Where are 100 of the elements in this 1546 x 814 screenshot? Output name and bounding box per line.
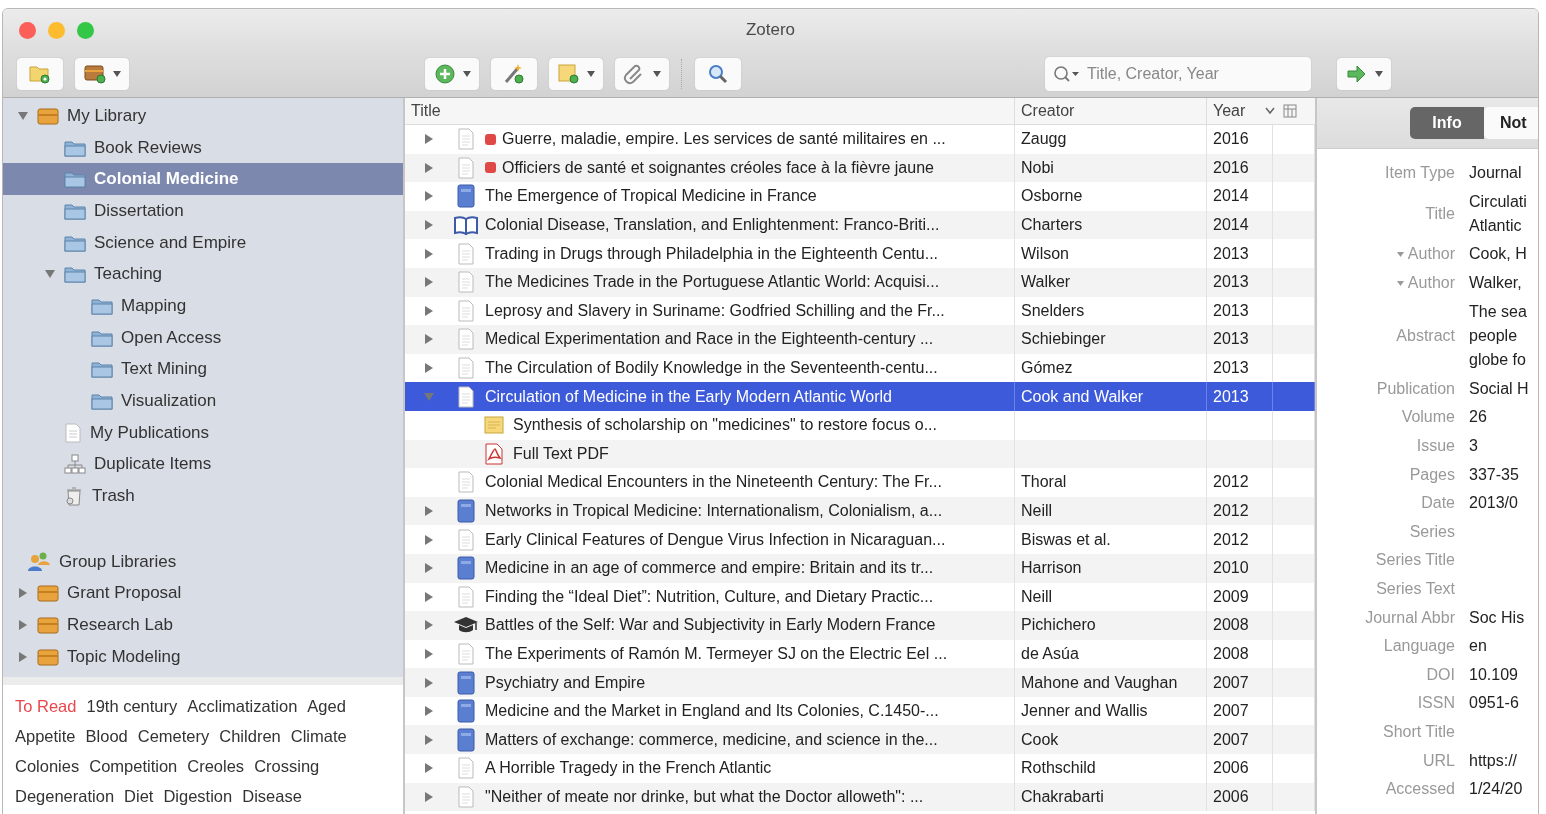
tab[interactable]: Info bbox=[1410, 107, 1484, 139]
item-row[interactable]: Synthesis of scholarship on "medicines" to restore focus o... bbox=[405, 410, 1315, 440]
field-value[interactable]: Circulati bbox=[1469, 189, 1538, 214]
field-value[interactable]: 26 bbox=[1469, 405, 1538, 430]
field-value[interactable]: 2013/0 bbox=[1469, 491, 1538, 516]
new-library-button[interactable] bbox=[75, 58, 129, 90]
collection-item[interactable]: Science and Empire bbox=[3, 226, 403, 259]
item-row[interactable]: Matters of exchange: commerce, medicine, and science in the... Cook 2007 bbox=[405, 725, 1315, 755]
tab[interactable]: Not bbox=[1484, 107, 1538, 139]
new-item-button[interactable] bbox=[425, 58, 479, 90]
tag[interactable]: Crossing bbox=[254, 751, 320, 781]
item-year: 2009 bbox=[1213, 587, 1249, 606]
collection-item[interactable]: My Library bbox=[3, 100, 403, 132]
collection-item[interactable]: My Publications bbox=[3, 416, 403, 449]
collection-item[interactable]: Research Lab bbox=[3, 609, 403, 641]
collection-item[interactable]: Grant Proposal bbox=[3, 577, 403, 610]
tag[interactable]: Acclimatization bbox=[187, 691, 298, 721]
locate-button[interactable] bbox=[1337, 58, 1391, 90]
field-value[interactable]: en bbox=[1469, 634, 1538, 659]
tag[interactable]: Disease bbox=[242, 781, 302, 811]
field-label: Item Type bbox=[1385, 163, 1455, 183]
collection-item[interactable]: Colonial Medicine bbox=[3, 163, 403, 196]
field-value[interactable]: Cook, H bbox=[1469, 242, 1538, 267]
collection-item[interactable]: Duplicate Items bbox=[3, 448, 403, 481]
new-note-button[interactable] bbox=[549, 58, 603, 90]
tag[interactable]: Blood bbox=[85, 721, 128, 751]
tag[interactable]: Aged bbox=[307, 691, 346, 721]
item-row[interactable]: "Neither of meate nor drinke, but what the Doctor alloweth": ... Chakrabarti 2006 bbox=[405, 782, 1315, 812]
add-attachment-button[interactable] bbox=[615, 58, 669, 90]
item-row[interactable]: Officiers de santé et soignantes créoles face à la fièvre jaune Nobi 2016 bbox=[405, 153, 1315, 183]
field-value[interactable]: 10.109 bbox=[1469, 662, 1538, 688]
item-row[interactable]: Colonial Medical Encounters in the Nineteenth Century: The Fr... Thoral 2012 bbox=[405, 468, 1315, 497]
field-value[interactable]: Atlantic bbox=[1469, 213, 1538, 239]
tag[interactable]: Creoles bbox=[187, 751, 245, 781]
column-header[interactable]: Creator bbox=[1015, 98, 1207, 124]
tag[interactable]: Colonies bbox=[15, 751, 80, 781]
field-value[interactable]: 1/24/20 bbox=[1469, 777, 1538, 802]
field-value[interactable]: Journal bbox=[1469, 161, 1538, 186]
item-title: Trading in Drugs through Philadelphia in the Eighteenth Centu... bbox=[485, 244, 939, 263]
collection-item[interactable]: Book Reviews bbox=[3, 131, 403, 164]
tag[interactable]: To Read bbox=[15, 691, 77, 721]
collection-item[interactable]: Dissertation bbox=[3, 195, 403, 227]
tag[interactable]: Degeneration bbox=[15, 781, 115, 811]
tag[interactable]: Climate bbox=[290, 721, 347, 751]
collection-item[interactable]: Text Mining bbox=[3, 353, 403, 386]
collection-item[interactable]: Topic Modeling bbox=[3, 641, 403, 673]
item-row[interactable]: Networks in Tropical Medicine: Internationalism, Colonialism, a... Neill 2012 bbox=[405, 496, 1315, 526]
add-by-identifier-button[interactable] bbox=[491, 58, 537, 90]
column-header[interactable]: Title bbox=[405, 98, 1015, 124]
item-year: 2016 bbox=[1213, 158, 1249, 177]
field-value[interactable]: Social H bbox=[1469, 376, 1538, 402]
item-row[interactable]: The Emergence of Tropical Medicine in France Osborne 2014 bbox=[405, 182, 1315, 211]
field-value[interactable]: globe fo bbox=[1469, 348, 1538, 373]
field-label: Abstract bbox=[1396, 325, 1455, 346]
collection-item[interactable]: Mapping bbox=[3, 290, 403, 322]
tag[interactable]: Diet bbox=[124, 781, 154, 811]
field-label: URL bbox=[1423, 750, 1455, 771]
item-row[interactable]: Early Clinical Features of Dengue Virus Infection in Nicaraguan... Biswas et al. 2012 bbox=[405, 525, 1315, 554]
field-label: Accessed bbox=[1385, 779, 1455, 800]
field-value[interactable]: people bbox=[1469, 323, 1538, 349]
item-row[interactable]: Battles of the Self: War and Subjectivity in Early Modern France Pichichero 2008 bbox=[405, 611, 1315, 640]
note-plus-icon bbox=[557, 62, 581, 86]
field-value[interactable]: Soc His bbox=[1469, 605, 1538, 630]
disclosure-closed-icon bbox=[17, 619, 29, 632]
advanced-search-button[interactable] bbox=[695, 58, 741, 90]
library-box-icon bbox=[37, 584, 59, 603]
tag[interactable]: Competition bbox=[89, 751, 178, 781]
item-row[interactable]: The Medicines Trade in the Portuguese Atlantic World: Acquisi... Walker 2013 bbox=[405, 267, 1315, 297]
item-row[interactable]: A Horrible Tragedy in the French Atlantic Rothschild 2006 bbox=[405, 754, 1315, 783]
field-value[interactable]: 3 bbox=[1469, 434, 1538, 459]
item-row[interactable]: Circulation of Medicine in the Early Modern Atlantic World Cook and Walker 2013 bbox=[405, 382, 1315, 411]
item-row[interactable]: Guerre, maladie, empire. Les services de santé militaires en ... Zaugg 2016 bbox=[405, 125, 1315, 154]
item-row[interactable]: Medical Experimentation and Race in the Eighteenth-century ... Schiebinger 2013 bbox=[405, 325, 1315, 354]
collection-item[interactable]: Visualization bbox=[3, 385, 403, 417]
tag[interactable]: 19th century bbox=[86, 691, 178, 721]
item-row[interactable]: Full Text PDF bbox=[405, 439, 1315, 469]
field-value[interactable]: https:// bbox=[1469, 748, 1538, 773]
collection-item[interactable]: Open Access bbox=[3, 321, 403, 354]
collection-item[interactable]: Teaching bbox=[3, 258, 403, 291]
collection-item[interactable]: Trash bbox=[3, 480, 403, 512]
item-row[interactable]: Psychiatry and Empire Mahone and Vaughan 2007 bbox=[405, 668, 1315, 697]
field-value[interactable]: Walker, bbox=[1469, 271, 1538, 296]
tag[interactable]: Digestion bbox=[163, 781, 233, 811]
item-row[interactable]: Medicine in an age of commerce and empire: Britain and its tr... Harrison 2010 bbox=[405, 553, 1315, 583]
field-value[interactable]: The sea bbox=[1469, 299, 1538, 324]
tag[interactable]: Children bbox=[219, 721, 281, 751]
caret-icon bbox=[113, 71, 121, 77]
tag[interactable]: Appetite bbox=[15, 721, 76, 751]
item-row[interactable]: Colonial Disease, Translation, and Enlightenment: Franco-Briti... Charters 2014 bbox=[405, 210, 1315, 240]
item-row[interactable]: Trading in Drugs through Philadelphia in the Eighteenth Centu... Wilson 2013 bbox=[405, 239, 1315, 268]
new-collection-button[interactable] bbox=[17, 58, 63, 90]
close-button[interactable] bbox=[19, 21, 36, 39]
tag[interactable]: Cemetery bbox=[137, 721, 210, 751]
field-value[interactable]: 337-35 bbox=[1469, 462, 1538, 487]
item-year: 2006 bbox=[1213, 759, 1249, 778]
search-field[interactable]: Title, Creator, Year bbox=[1045, 57, 1311, 91]
book-icon bbox=[457, 556, 475, 581]
field-value[interactable]: 0951-6 bbox=[1469, 691, 1538, 716]
disclosure-closed-icon bbox=[17, 587, 29, 600]
column-header[interactable]: Year bbox=[1207, 98, 1265, 124]
